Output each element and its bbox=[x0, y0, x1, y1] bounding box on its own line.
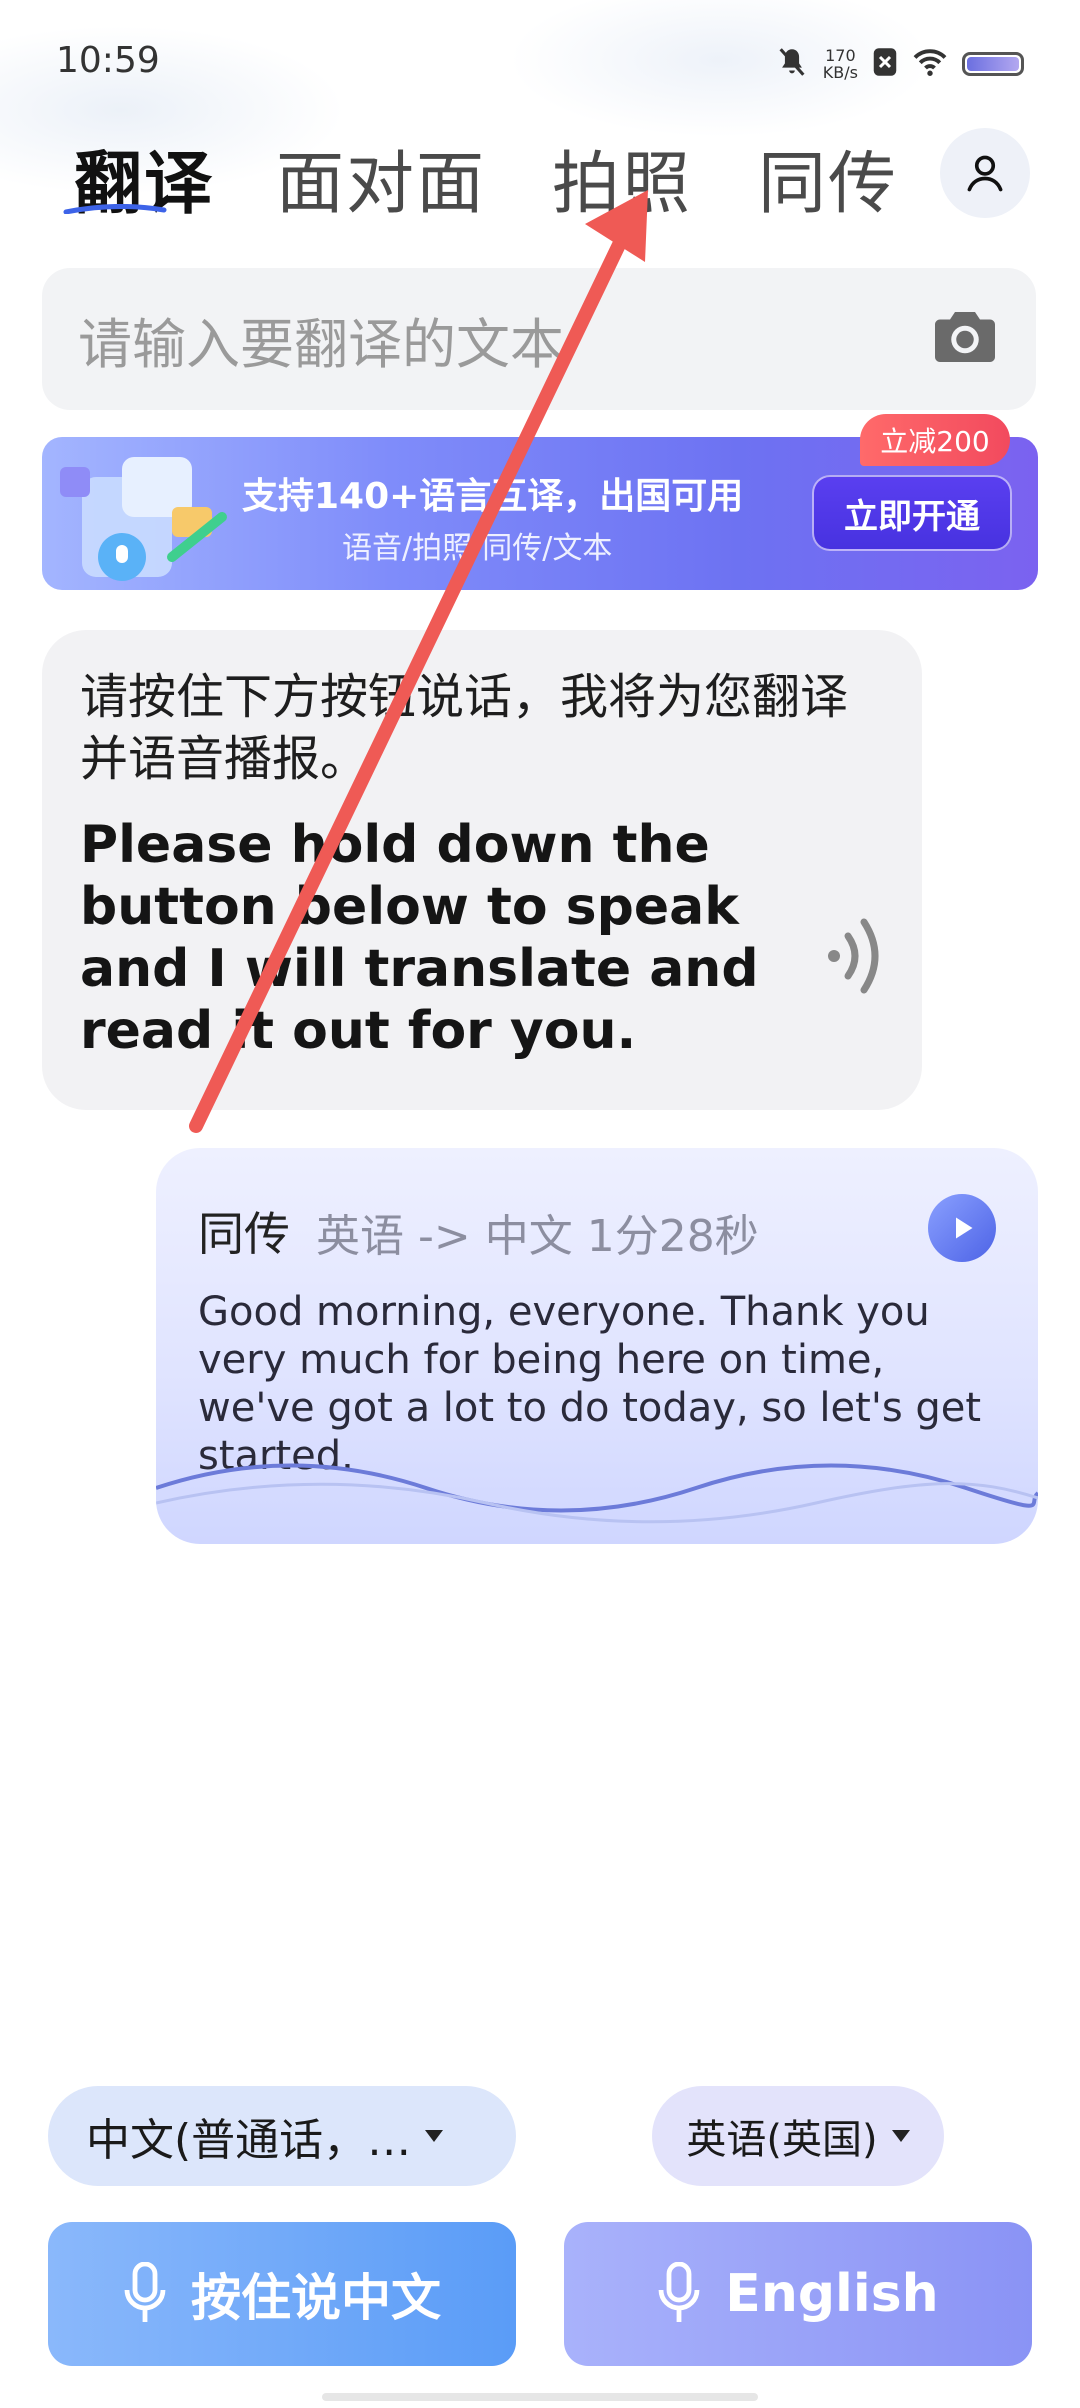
speaker-icon[interactable] bbox=[822, 912, 892, 1002]
wifi-icon bbox=[912, 47, 948, 81]
chevron-down-icon bbox=[425, 2130, 444, 2142]
intro-message-bubble: 请按住下方按钮说话，我将为您翻译并语音播报。 Please hold down … bbox=[42, 630, 922, 1110]
session-meta: 英语 -> 中文 1分28秒 bbox=[316, 1211, 759, 1262]
battery-icon bbox=[962, 52, 1024, 76]
waveform-decoration bbox=[156, 1463, 1038, 1524]
tab-photo[interactable]: 拍照 bbox=[552, 128, 692, 227]
camera-icon[interactable] bbox=[930, 309, 1000, 369]
play-icon bbox=[956, 1217, 973, 1239]
top-tabs: 翻译 面对面 拍照 同传 bbox=[0, 120, 1080, 230]
source-language-selector[interactable]: 中文(普通话，… bbox=[48, 2086, 516, 2186]
intro-message-english: Please hold down the button below to spe… bbox=[80, 815, 759, 1061]
promo-subtitle: 语音/拍照/同传/文本 bbox=[342, 531, 613, 566]
sim-off-icon bbox=[872, 47, 898, 81]
microphone-icon bbox=[124, 2262, 166, 2322]
session-type-label: 同传 bbox=[198, 1207, 290, 1261]
network-speed: 170 KB/s bbox=[822, 46, 858, 82]
intro-message-chinese: 请按住下方按钮说话，我将为您翻译并语音播报。 bbox=[80, 669, 849, 787]
translate-input[interactable]: 请输入要翻译的文本 bbox=[42, 268, 1036, 410]
target-language-label: 英语(英国) bbox=[686, 2117, 878, 2163]
bell-muted-icon bbox=[775, 45, 809, 83]
tab-simultaneous[interactable]: 同传 bbox=[758, 128, 898, 227]
hold-to-speak-english-button[interactable]: English bbox=[564, 2222, 1032, 2366]
user-icon bbox=[967, 155, 1003, 192]
simultaneous-session-card[interactable]: 同传 英语 -> 中文 1分28秒 Good morning, everyone… bbox=[156, 1148, 1038, 1544]
promo-title: 支持140+语言互译，出国可用 bbox=[242, 476, 744, 517]
play-button[interactable] bbox=[928, 1194, 996, 1262]
home-indicator bbox=[322, 2393, 758, 2401]
hold-to-speak-english-label: English bbox=[725, 2264, 939, 2324]
status-bar: 10:59 170 KB/s bbox=[0, 0, 1080, 110]
translate-input-placeholder: 请输入要翻译的文本 bbox=[78, 312, 564, 376]
source-language-label: 中文(普通话，… bbox=[86, 2115, 412, 2166]
promo-illustration-icon bbox=[60, 457, 227, 581]
profile-button[interactable] bbox=[940, 128, 1030, 218]
status-time: 10:59 bbox=[56, 40, 160, 81]
hold-to-speak-chinese-label: 按住说中文 bbox=[191, 2269, 441, 2327]
target-language-selector[interactable]: 英语(英国) bbox=[652, 2086, 944, 2186]
discount-badge: 立减200 bbox=[860, 414, 1010, 466]
status-icons: 170 KB/s bbox=[775, 44, 1024, 84]
activate-now-button[interactable]: 立即开通 bbox=[812, 475, 1012, 551]
chevron-down-icon bbox=[891, 2130, 910, 2142]
tab-face-to-face[interactable]: 面对面 bbox=[276, 128, 486, 227]
microphone-icon bbox=[658, 2262, 700, 2322]
hold-to-speak-chinese-button[interactable]: 按住说中文 bbox=[48, 2222, 516, 2366]
active-tab-underline bbox=[63, 204, 167, 214]
